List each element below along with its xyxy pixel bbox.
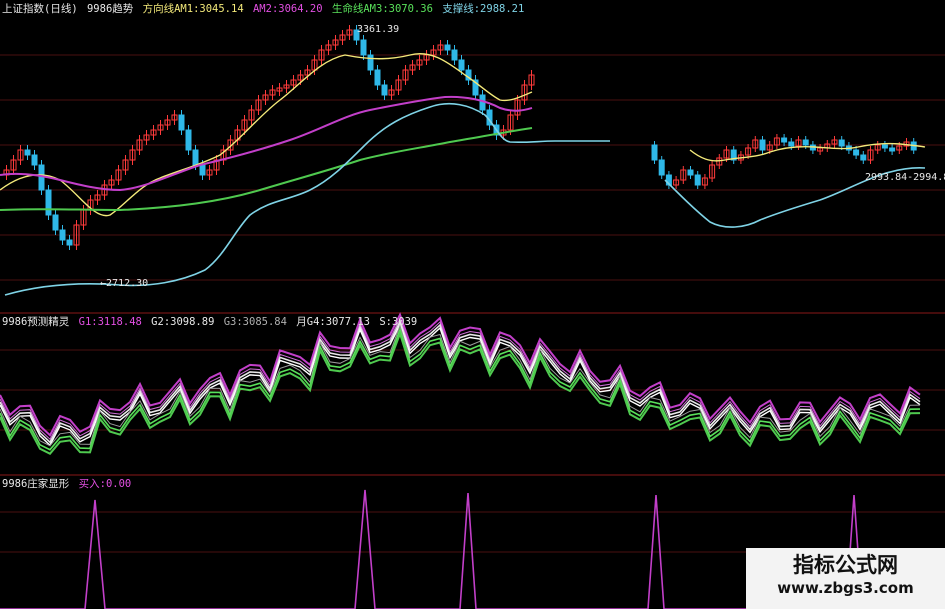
candle-body [853, 149, 860, 156]
candle-body [178, 114, 185, 131]
forecast-line [0, 319, 921, 444]
candle-body [381, 84, 388, 96]
g1-value: G1:3118.48 [78, 316, 142, 328]
candle-body [444, 44, 451, 51]
candle-body [651, 144, 658, 161]
ma3-value: 生命线AM3:3070.36 [331, 3, 433, 15]
ma2-value: AM2:3064.20 [252, 3, 323, 15]
chart-stage: 3361.39 ←2712.30 2993.84-2994.89 上证指数(日线… [0, 0, 945, 609]
candle-body [881, 144, 888, 149]
g2-value: G2:3098.89 [151, 316, 215, 328]
s-value: S:3039 [379, 316, 418, 328]
candle-body [860, 154, 867, 161]
candle-body [838, 139, 845, 147]
candle-body [781, 137, 788, 143]
low-price-label: ←2712.30 [100, 278, 148, 289]
line-am1-yellow [0, 53, 533, 217]
candle-body [802, 139, 809, 146]
candle-body [38, 164, 45, 191]
candle-body [788, 141, 795, 147]
line-am2-magenta [0, 95, 533, 192]
candle-body [66, 239, 73, 246]
bottom-panel-header: 9986庄家显形 买入:0.00 [2, 478, 134, 490]
ma1-value: 方向线AM1:3045.14 [142, 3, 244, 15]
forecast-lines [0, 312, 921, 455]
high-price-label: 3361.39 [357, 24, 399, 35]
main-panel-header: 上证指数(日线) 9986趋势 方向线AM1:3045.14 AM2:3064.… [2, 3, 527, 15]
candle-body [694, 174, 701, 186]
candles-left [3, 25, 535, 250]
candle-body [687, 169, 694, 176]
candle-body [199, 164, 206, 176]
bottom-indicator-name: 9986庄家显形 [2, 478, 70, 490]
candle-body [24, 149, 31, 156]
index-name: 上证指数(日线) [2, 3, 78, 15]
range-label: 2993.84-2994.89 [865, 172, 945, 183]
candle-body [59, 229, 66, 241]
candle-body [185, 129, 192, 151]
candle-body [367, 54, 374, 71]
candle-body [759, 139, 766, 151]
support-value: 支撑线:2988.21 [442, 3, 525, 15]
candle-body [374, 69, 381, 86]
g4-value: 月G4:3077.13 [296, 316, 370, 328]
candle-body [479, 94, 486, 111]
price-chart[interactable]: 3361.39 ←2712.30 2993.84-2994.89 [0, 0, 945, 609]
candle-body [192, 149, 199, 166]
g3-value: G3:3085.84 [223, 316, 287, 328]
candle-body [31, 154, 38, 166]
candle-body [52, 214, 59, 231]
candle-body [45, 189, 52, 216]
mid-indicator-name: 9986预测精灵 [2, 316, 70, 328]
buy-value: 买入:0.00 [78, 478, 132, 490]
watermark-url: www.zbgs3.com [777, 579, 914, 597]
mid-panel-header: 9986预测精灵 G1:3118.48 G2:3098.89 G3:3085.8… [2, 316, 420, 328]
indicator-name: 9986趋势 [86, 3, 134, 15]
forecast-line [0, 317, 921, 441]
candle-body [658, 159, 665, 176]
candle-body [360, 39, 367, 56]
forecast-line [0, 312, 921, 437]
candle-body [458, 59, 465, 71]
watermark: 指标公式网 www.zbgs3.com [746, 548, 945, 609]
candle-body [889, 147, 896, 152]
watermark-title: 指标公式网 [793, 553, 898, 577]
forecast-line [0, 322, 921, 447]
candle-body [451, 49, 458, 61]
